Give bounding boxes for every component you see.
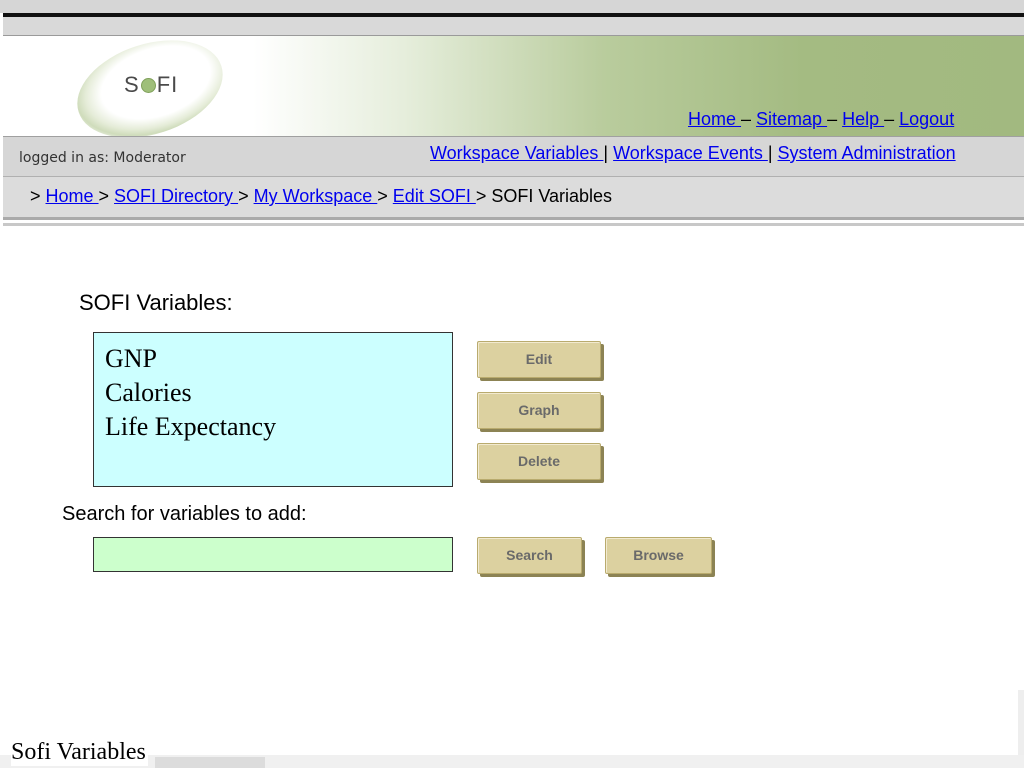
breadcrumb-edit-sofi-link[interactable]: Edit SOFI	[393, 186, 476, 206]
workspace-nav-separator: |	[767, 143, 778, 163]
breadcrumb-divider	[3, 217, 1024, 220]
list-item[interactable]: GNP	[94, 342, 452, 376]
workspace-nav-separator: |	[603, 143, 614, 163]
logo-o-icon	[140, 78, 156, 93]
footer-strip	[0, 755, 1024, 768]
workspace-variables-link[interactable]: Workspace Variables	[430, 143, 603, 163]
sofi-logo: S FI	[124, 72, 178, 98]
help-link[interactable]: Help	[842, 109, 884, 129]
breadcrumb-separator: >	[98, 186, 115, 206]
breadcrumb: > Home > SOFI Directory > My Workspace >…	[30, 186, 612, 207]
sitemap-link[interactable]: Sitemap	[756, 109, 827, 129]
browse-button[interactable]: Browse	[605, 537, 712, 574]
window-top-bar	[0, 0, 1024, 13]
nav-separator: –	[827, 109, 843, 129]
logo-text-start: S	[124, 72, 140, 97]
variables-list: GNP Calories Life Expectancy	[94, 333, 452, 444]
workspace-navigation: Workspace Variables | Workspace Events |…	[430, 143, 956, 164]
top-strip	[3, 17, 1024, 36]
breadcrumb-home-link[interactable]: Home	[46, 186, 99, 206]
nav-separator: –	[741, 109, 757, 129]
top-navigation: Home – Sitemap – Help – Logout	[688, 109, 954, 130]
breadcrumb-separator: >	[475, 186, 492, 206]
breadcrumb-prefix: >	[30, 186, 46, 206]
system-administration-link[interactable]: System Administration	[778, 143, 956, 163]
list-item[interactable]: Life Expectancy	[94, 410, 452, 444]
breadcrumb-separator: >	[377, 186, 393, 206]
search-button[interactable]: Search	[477, 537, 582, 574]
breadcrumb-separator: >	[238, 186, 254, 206]
nav-separator: –	[884, 109, 900, 129]
search-input[interactable]	[93, 537, 453, 572]
search-label: Search for variables to add:	[62, 503, 307, 525]
list-item[interactable]: Calories	[94, 376, 452, 410]
logout-link[interactable]: Logout	[899, 109, 954, 129]
logo-text-end: FI	[156, 72, 179, 97]
footer-strip-accent	[155, 757, 265, 768]
breadcrumb-divider	[3, 223, 1024, 226]
delete-button[interactable]: Delete	[477, 443, 601, 480]
home-link[interactable]: Home	[688, 109, 741, 129]
variables-listbox[interactable]: GNP Calories Life Expectancy	[93, 332, 453, 487]
logged-in-status: logged in as: Moderator	[19, 150, 186, 166]
workspace-events-link[interactable]: Workspace Events	[613, 143, 768, 163]
edit-button[interactable]: Edit	[477, 341, 601, 378]
graph-button[interactable]: Graph	[477, 392, 601, 429]
breadcrumb-my-workspace-link[interactable]: My Workspace	[254, 186, 378, 206]
slide-footer-title: Sofi Variables	[11, 739, 148, 766]
breadcrumb-sofi-directory-link[interactable]: SOFI Directory	[114, 186, 238, 206]
page-title: SOFI Variables:	[79, 290, 233, 315]
breadcrumb-current: SOFI Variables	[491, 186, 613, 206]
